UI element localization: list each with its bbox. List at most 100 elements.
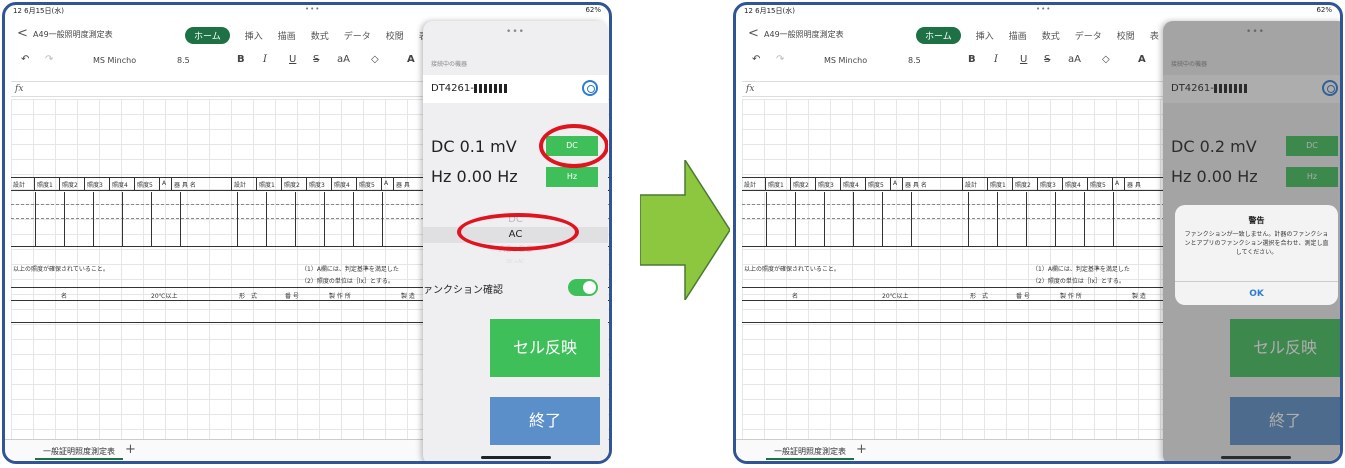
header-cell: 照度5	[866, 178, 891, 190]
fx-icon: fx	[746, 84, 755, 94]
device-row[interactable]: DT4261-	[423, 75, 608, 103]
header-cell: 照度3	[307, 178, 332, 190]
redo-icon[interactable]: ↷	[776, 54, 784, 65]
back-icon[interactable]: <	[748, 26, 759, 41]
header-cell: 器 具	[1125, 178, 1165, 190]
function-check-row: ファンクション確認	[423, 279, 608, 299]
tab-insert[interactable]: 挿入	[976, 29, 994, 42]
arrow-icon	[640, 160, 730, 300]
italic-button[interactable]: I	[263, 54, 267, 65]
ribbon-tabs: ホーム 挿入 描画 数式 データ 校閲 表	[916, 27, 1159, 44]
strikethrough-button[interactable]: S	[313, 54, 319, 65]
header-cell: A	[160, 178, 172, 190]
font-selector[interactable]: MS Mincho	[824, 56, 867, 65]
add-sheet-icon[interactable]: +	[125, 442, 136, 457]
header-cell: 照度1	[257, 178, 282, 190]
instrument-cell: 製 作 所	[329, 293, 351, 300]
sheet-tab[interactable]: 一般証明照度測定表	[35, 445, 123, 460]
bluetooth-icon[interactable]	[582, 80, 598, 96]
note-right-1: （1）A欄には、判定基準を満足した	[301, 266, 399, 273]
instrument-cell: 形 式	[239, 293, 258, 300]
header-cell: A	[891, 178, 903, 190]
highlight-dc-button	[539, 124, 608, 168]
device-name-row: DT4261-	[431, 83, 508, 94]
instrument-cell: 20℃以上	[151, 293, 178, 300]
note-left: 以上の照度が確保されていること。	[13, 266, 109, 273]
header-cell: 照度4	[1063, 178, 1088, 190]
function-check-toggle[interactable]	[568, 279, 598, 296]
end-button[interactable]: 終了	[490, 397, 600, 445]
instrument-cell: 製 造	[401, 293, 415, 300]
header-cell: 設計	[232, 178, 257, 190]
font-selector[interactable]: MS Mincho	[93, 56, 136, 65]
header-cell: 照度4	[110, 178, 135, 190]
document-title: A49一般照明度測定表	[764, 30, 844, 39]
tab-review[interactable]: 校閲	[1117, 29, 1135, 42]
note-right-2: （2）照度の単位は［lx］とする。	[301, 278, 394, 285]
multitask-dots[interactable]: •••	[305, 5, 320, 13]
tab-formulas[interactable]: 数式	[311, 29, 329, 42]
home-indicator	[481, 456, 551, 459]
tab-data[interactable]: データ	[344, 29, 371, 42]
hz-reading: Hz 0.00 Hz	[431, 167, 518, 186]
add-sheet-icon[interactable]: +	[856, 442, 867, 457]
instrument-cell: 製 作 所	[1060, 293, 1082, 300]
picker-option[interactable]: DC+AC	[423, 259, 608, 265]
tablet-left: 12 6月15日(水) ••• 62% < A49一般照明度測定表 ホーム 挿入…	[2, 2, 612, 464]
status-bar: 12 6月15日(水) ••• 62%	[5, 5, 609, 17]
tab-home[interactable]: ホーム	[185, 27, 230, 44]
header-cell: 照度4	[841, 178, 866, 190]
back-icon[interactable]: <	[17, 26, 28, 41]
tab-formulas[interactable]: 数式	[1042, 29, 1060, 42]
underline-button[interactable]: U	[289, 54, 296, 65]
font-size-selector[interactable]: 8.5	[908, 56, 921, 65]
warning-alert-dialog: 警告 ファンクションが一致しません。計器のファンクションとアプリのファンクション…	[1175, 205, 1338, 305]
multitask-dots[interactable]: •••	[1036, 5, 1051, 13]
font-size-selector[interactable]: 8.5	[177, 56, 190, 65]
tab-home[interactable]: ホーム	[916, 27, 961, 44]
header-cell: 設計	[742, 178, 766, 190]
font-color-icon[interactable]: A	[1138, 54, 1146, 65]
fill-color-icon[interactable]: ◇	[1102, 54, 1110, 65]
italic-button[interactable]: I	[994, 54, 998, 65]
font-size-change-button[interactable]: aA	[1068, 54, 1081, 65]
status-time: 12 6月15日(水)	[744, 7, 795, 15]
header-cell: 設計	[963, 178, 988, 190]
panel-dots[interactable]: •••	[423, 27, 608, 37]
tab-draw[interactable]: 描画	[278, 29, 296, 42]
font-color-icon[interactable]: A	[407, 54, 415, 65]
hz-button[interactable]: Hz	[546, 167, 598, 187]
undo-icon[interactable]: ↶	[21, 54, 29, 65]
strikethrough-button[interactable]: S	[1044, 54, 1050, 65]
meter-panel-right: ••• 接続中の機器 DT4261- DC 0.2 mV DC Hz 0.00 …	[1163, 21, 1340, 461]
header-cell: 照度2	[791, 178, 816, 190]
tab-draw[interactable]: 描画	[1009, 29, 1027, 42]
header-cell: 照度1	[35, 178, 60, 190]
screenshot-canvas: 12 6月15日(水) ••• 62% < A49一般照明度測定表 ホーム 挿入…	[0, 0, 1345, 468]
note-left: 以上の照度が確保されていること。	[744, 266, 840, 273]
fx-icon: fx	[15, 84, 24, 94]
fill-color-icon[interactable]: ◇	[371, 54, 379, 65]
tab-view[interactable]: 表	[1150, 29, 1159, 42]
sheet-tab[interactable]: 一般証明照度測定表	[766, 445, 854, 460]
battery-indicator: 62%	[585, 6, 601, 14]
header-cell: 器 具 名	[172, 178, 232, 190]
font-size-change-button[interactable]: aA	[337, 54, 350, 65]
device-name: DT4261-	[431, 83, 474, 94]
instrument-cell: 番 号	[1016, 293, 1030, 300]
underline-button[interactable]: U	[1020, 54, 1027, 65]
cell-apply-button[interactable]: セル反映	[490, 319, 600, 377]
undo-icon[interactable]: ↶	[752, 54, 760, 65]
tab-review[interactable]: 校閲	[386, 29, 404, 42]
tab-insert[interactable]: 挿入	[245, 29, 263, 42]
tab-data[interactable]: データ	[1075, 29, 1102, 42]
dc-reading: DC 0.1 mV	[431, 137, 517, 156]
redo-icon[interactable]: ↷	[45, 54, 53, 65]
alert-ok-button[interactable]: OK	[1175, 281, 1338, 305]
highlight-ac-option	[457, 213, 579, 251]
status-bar: 12 6月15日(水) ••• 62%	[736, 5, 1340, 17]
bold-button[interactable]: B	[237, 54, 245, 65]
bold-button[interactable]: B	[968, 54, 976, 65]
header-cell: 照度5	[357, 178, 382, 190]
instrument-cell: 形 式	[970, 293, 989, 300]
